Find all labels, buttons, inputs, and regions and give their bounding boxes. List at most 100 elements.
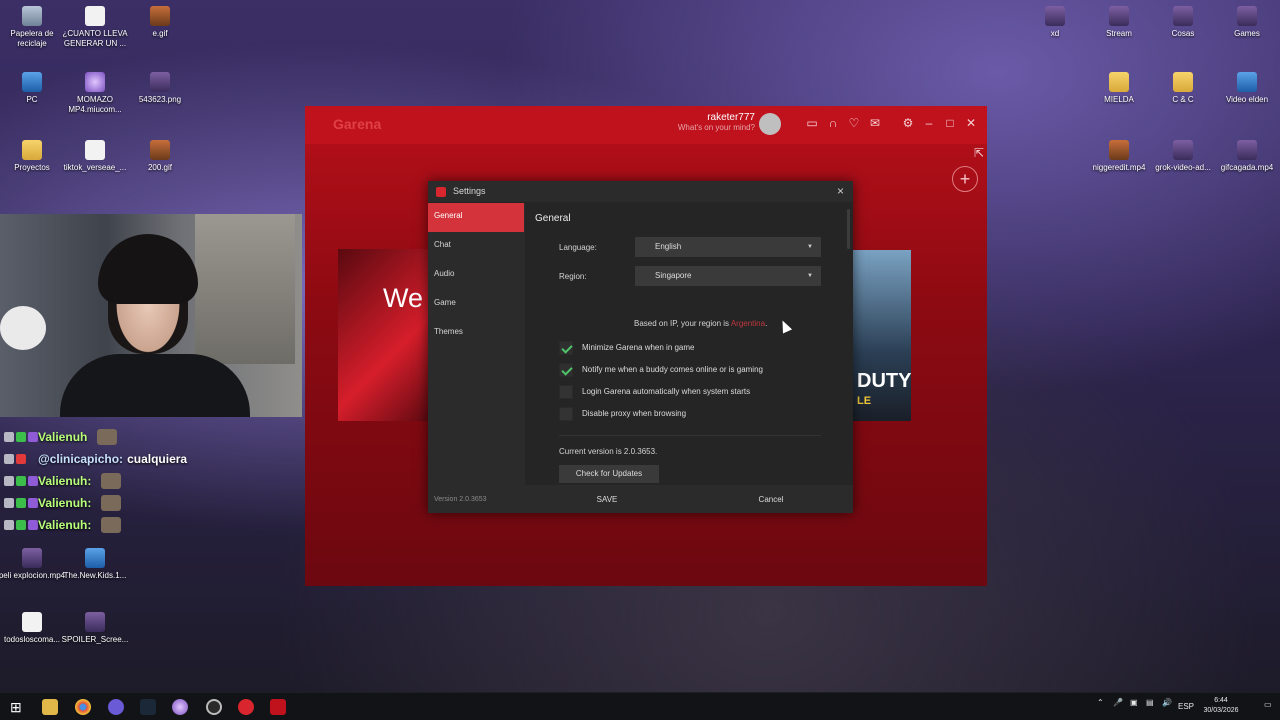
desktop-icon[interactable]: peli explocion.mp4 [0, 548, 67, 581]
close-icon[interactable]: × [837, 184, 844, 198]
desktop-icon[interactable]: Proyectos [0, 140, 67, 173]
video-icon[interactable]: ▭ [805, 116, 819, 130]
desktop-icon-label: SPOILER_Scree... [61, 635, 129, 644]
chat-overlay: Valienuh @clinicapicho: cualquiera Valienuh… [4, 426, 304, 536]
nav-item-chat[interactable]: Chat [428, 232, 524, 261]
chevron-up-icon[interactable]: ⌃ [1097, 698, 1104, 707]
maximize-icon[interactable]: □ [943, 116, 957, 130]
cancel-button[interactable]: Cancel [689, 487, 853, 513]
chrome-icon[interactable] [75, 699, 91, 715]
desktop-icon[interactable]: MOMAZO MP4.miucom... [60, 72, 130, 115]
file-icon [1173, 6, 1193, 26]
garena-app-icon[interactable] [270, 699, 286, 715]
desktop-icon-label: MOMAZO MP4.miucom... [68, 95, 122, 114]
ip-region-note: Based on IP, your region is Argentina. [634, 319, 767, 328]
folder-icon [22, 140, 42, 160]
file-icon [1237, 6, 1257, 26]
vpn-icon[interactable]: ▤ [1146, 698, 1154, 707]
desktop-icon-label: Papelera de reciclaje [10, 29, 54, 48]
check-updates-button[interactable]: Check for Updates [559, 465, 659, 483]
checkbox-checked[interactable] [559, 363, 573, 377]
steam-icon[interactable] [140, 699, 156, 715]
minimize-icon[interactable]: – [922, 116, 936, 130]
badge-icon [16, 498, 26, 508]
chat-badges [4, 454, 38, 464]
desktop-icon[interactable]: 543623.png [125, 72, 195, 105]
discord-icon[interactable] [108, 699, 124, 715]
user-info[interactable]: raketer777 What's on your mind? [675, 112, 755, 132]
desktop-icon[interactable]: PC [0, 72, 67, 105]
desktop-icon[interactable]: MIELDA [1084, 72, 1154, 105]
language-select[interactable]: English ▼ [635, 237, 821, 257]
desktop-icon[interactable]: e.gif [125, 6, 195, 39]
garena-taskbar-icon[interactable] [238, 699, 254, 715]
close-icon[interactable]: ✕ [964, 116, 978, 130]
scrollbar[interactable] [847, 209, 850, 249]
current-version: Current version is 2.0.3653. [559, 447, 658, 456]
language-indicator[interactable]: ESP [1178, 702, 1194, 711]
folder-icon [1173, 72, 1193, 92]
popout-icon[interactable]: ⇱ [972, 146, 986, 160]
desktop-icon[interactable]: gifcagada.mp4 [1212, 140, 1280, 173]
checkbox-unchecked[interactable] [559, 407, 573, 421]
region-select[interactable]: Singapore ▼ [635, 266, 821, 286]
desktop-icon[interactable]: Cosas [1148, 6, 1218, 39]
badge-icon [28, 476, 38, 486]
gif-file-icon [150, 6, 170, 26]
banner-right-text: DUTY [857, 370, 912, 392]
desktop-icon[interactable]: tiktok_verseae_... [60, 140, 130, 173]
chat-username: Valienuh: [38, 496, 92, 510]
microphone-icon[interactable]: 🎤 [1113, 698, 1123, 707]
desktop-icon[interactable]: C & C [1148, 72, 1218, 105]
network-icon[interactable]: ▣ [1130, 698, 1138, 707]
file-explorer-icon[interactable] [42, 699, 58, 715]
desktop-icon[interactable]: niggeredit.mp4 [1084, 140, 1154, 173]
emote-icon [101, 495, 122, 511]
video-file-icon [85, 548, 105, 568]
garena-titlebar: Garena raketer777 What's on your mind? ▭… [305, 106, 987, 144]
banner-left[interactable]: We new [338, 249, 433, 421]
nav-item-themes[interactable]: Themes [428, 319, 524, 348]
volume-icon[interactable]: 🔊 [1162, 698, 1172, 707]
nav-item-game[interactable]: Game [428, 290, 524, 319]
ip-region-link[interactable]: Argentina [731, 319, 765, 328]
banner-right[interactable]: DUTY LE [853, 250, 911, 421]
app-icon[interactable] [172, 699, 188, 715]
desktop-icon[interactable]: todosloscoma... [0, 612, 67, 645]
nav-item-audio[interactable]: Audio [428, 261, 524, 290]
desktop-icon[interactable]: ¿CUANTO LLEVA GENERAR UN ... [60, 6, 130, 49]
obs-icon[interactable] [206, 699, 222, 715]
desktop-icon[interactable]: Stream [1084, 6, 1154, 39]
checkbox-unchecked[interactable] [559, 385, 573, 399]
option-label: Minimize Garena when in game [582, 343, 695, 352]
nav-item-general[interactable]: General [428, 203, 524, 232]
status-message[interactable]: What's on your mind? [675, 123, 755, 132]
chat-badges [4, 476, 38, 486]
headset-icon[interactable]: ∩ [826, 116, 840, 130]
video-file-icon [1237, 72, 1257, 92]
desktop-icon[interactable]: grok-video-ad... [1148, 140, 1218, 173]
settings-dialog: Settings × General Chat Audio Game Theme… [428, 181, 853, 513]
desktop-icon[interactable]: The.New.Kids.1... [60, 548, 130, 581]
desktop-icon[interactable]: xd [1020, 6, 1090, 39]
desktop-icon[interactable]: SPOILER_Scree... [60, 612, 130, 645]
start-icon[interactable]: ⊞ [10, 699, 26, 715]
badge-icon [28, 520, 38, 530]
desktop-icon[interactable]: Papelera de reciclaje [0, 6, 67, 49]
save-button[interactable]: SAVE [525, 487, 689, 513]
chat-username: @clinicapicho: [38, 452, 124, 466]
shield-icon[interactable]: ♡ [847, 116, 861, 130]
recycle-bin-icon [22, 6, 42, 26]
clock[interactable]: 6:44 30/03/2026 [1196, 696, 1246, 716]
add-icon[interactable]: + [952, 166, 978, 192]
avatar[interactable] [759, 113, 781, 135]
desktop-icon[interactable]: 200.gif [125, 140, 195, 173]
desktop-icon[interactable]: Games [1212, 6, 1280, 39]
notification-icon[interactable]: ▭ [1264, 700, 1272, 709]
desktop-icon[interactable]: Video elden [1212, 72, 1280, 105]
mail-icon[interactable]: ✉ [868, 116, 882, 130]
gear-icon[interactable]: ⚙ [901, 116, 915, 130]
checkbox-checked[interactable] [559, 341, 573, 355]
chat-badges [4, 520, 38, 530]
webcam-overlay [0, 214, 302, 417]
